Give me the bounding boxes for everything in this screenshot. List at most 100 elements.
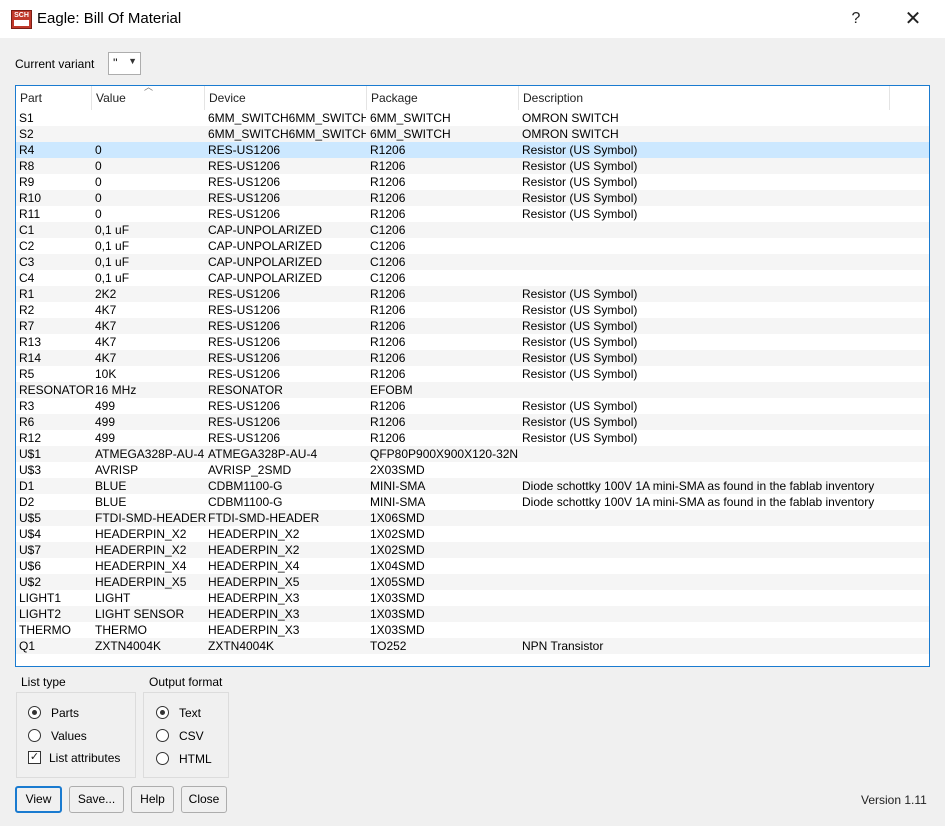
cell-value: [95, 126, 207, 142]
table-row[interactable]: U$4 HEADERPIN_X2 HEADERPIN_X2 1X02SMD: [16, 526, 929, 542]
table-row[interactable]: R4 0 RES-US1206 R1206 Resistor (US Symbol): [16, 142, 929, 158]
save-button[interactable]: Save...: [69, 786, 124, 813]
cell-package: 1X03SMD: [370, 591, 425, 605]
table-header: Part Value ︿ Device Package Description: [16, 86, 929, 110]
cell-part: S2: [19, 127, 34, 141]
table-row[interactable]: C3 0,1 uF CAP-UNPOLARIZED C1206: [16, 254, 929, 270]
values-radio[interactable]: [28, 729, 41, 742]
table-row[interactable]: D1 BLUE CDBM1100-G MINI-SMA Diode schottky 1…: [16, 478, 929, 494]
table-row[interactable]: S1 6MM_SWITCH6MM_SWITCH 6MM_SWITCH OMRON SW…: [16, 110, 929, 126]
cell-description: [522, 462, 922, 478]
table-row[interactable]: C1 0,1 uF CAP-UNPOLARIZED C1206: [16, 222, 929, 238]
cell-value: 2K2: [95, 287, 117, 301]
table-row[interactable]: R2 4K7 RES-US1206 R1206 Resistor (US Symbol): [16, 302, 929, 318]
table-row[interactable]: D2 BLUE CDBM1100-G MINI-SMA Diode schottky 1…: [16, 494, 929, 510]
table-row[interactable]: C2 0,1 uF CAP-UNPOLARIZED C1206: [16, 238, 929, 254]
cell-part: THERMO: [19, 623, 71, 637]
cell-part: U$1: [19, 447, 42, 461]
cell-package: R1206: [370, 431, 406, 445]
cell-value: HEADERPIN_X2: [95, 527, 187, 541]
cell-package: MINI-SMA: [370, 495, 426, 509]
table-row[interactable]: LIGHT2 LIGHT SENSOR HEADERPIN_X3 1X03SMD: [16, 606, 929, 622]
cell-package: 2X03SMD: [370, 463, 425, 477]
table-row[interactable]: Q1 ZXTN4004K ZXTN4004K TO252 NPN Transistor: [16, 638, 929, 654]
cell-value: AVRISP: [95, 463, 139, 477]
parts-radio[interactable]: [28, 706, 41, 719]
column-header-part[interactable]: Part: [16, 86, 92, 110]
table-row[interactable]: R12 499 RES-US1206 R1206 Resistor (US Symbol…: [16, 430, 929, 446]
table-row[interactable]: THERMO THERMO HEADERPIN_X3 1X03SMD: [16, 622, 929, 638]
cell-device: HEADERPIN_X4: [208, 559, 300, 573]
table-row[interactable]: R11 0 RES-US1206 R1206 Resistor (US Symbol): [16, 206, 929, 222]
text-radio[interactable]: [156, 706, 169, 719]
cell-package: R1206: [370, 175, 406, 189]
cell-package: 1X02SMD: [370, 543, 425, 557]
view-button[interactable]: View: [15, 786, 62, 813]
table-row[interactable]: U$5 FTDI-SMD-HEADER FTDI-SMD-HEADER 1X06SMD: [16, 510, 929, 526]
cell-value: LIGHT SENSOR: [95, 607, 185, 621]
cell-package: R1206: [370, 191, 406, 205]
table-row[interactable]: R6 499 RES-US1206 R1206 Resistor (US Symbol): [16, 414, 929, 430]
cell-package: R1206: [370, 207, 406, 221]
cell-device: RES-US1206: [208, 351, 281, 365]
table-row[interactable]: R7 4K7 RES-US1206 R1206 Resistor (US Symbol): [16, 318, 929, 334]
cell-device: RES-US1206: [208, 207, 281, 221]
cell-value: 16 MHz: [95, 383, 137, 397]
cell-value: 0,1 uF: [95, 271, 130, 285]
cell-part: Q1: [19, 639, 36, 653]
table-row[interactable]: C4 0,1 uF CAP-UNPOLARIZED C1206: [16, 270, 929, 286]
help-button[interactable]: Help: [131, 786, 174, 813]
table-row[interactable]: R10 0 RES-US1206 R1206 Resistor (US Symbol): [16, 190, 929, 206]
table-row[interactable]: R5 10K RES-US1206 R1206 Resistor (US Symbol): [16, 366, 929, 382]
html-radio-label: HTML: [179, 752, 212, 766]
cell-part: R6: [19, 415, 35, 429]
list-attributes-checkbox[interactable]: ✓: [28, 751, 41, 764]
table-row[interactable]: S2 6MM_SWITCH6MM_SWITCH 6MM_SWITCH OMRON SW…: [16, 126, 929, 142]
cell-device: RES-US1206: [208, 367, 281, 381]
cell-value: 0,1 uF: [95, 239, 130, 253]
cell-device: ATMEGA328P-AU-4: [208, 447, 318, 461]
cell-value: 499: [95, 399, 116, 413]
column-header-description[interactable]: Description: [519, 86, 890, 110]
column-header-package[interactable]: Package: [367, 86, 519, 110]
cell-description: Diode schottky 100V 1A mini-SMA as found…: [522, 479, 875, 493]
table-row[interactable]: R1 2K2 RES-US1206 R1206 Resistor (US Symbol): [16, 286, 929, 302]
table-row[interactable]: RESONATOR 16 MHz RESONATOR EFOBM: [16, 382, 929, 398]
cell-description: Resistor (US Symbol): [522, 399, 638, 413]
csv-radio[interactable]: [156, 729, 169, 742]
cell-value: HEADERPIN_X5: [95, 575, 187, 589]
column-header-device[interactable]: Device: [205, 86, 367, 110]
cell-part: R8: [19, 159, 35, 173]
table-row[interactable]: R14 4K7 RES-US1206 R1206 Resistor (US Symbol…: [16, 350, 929, 366]
table-row[interactable]: R9 0 RES-US1206 R1206 Resistor (US Symbol): [16, 174, 929, 190]
bom-table[interactable]: Part Value ︿ Device Package Description …: [15, 85, 930, 667]
cell-package: TO252: [370, 639, 407, 653]
close-icon[interactable]: ✕: [896, 6, 930, 32]
table-row[interactable]: R13 4K7 RES-US1206 R1206 Resistor (US Symbol…: [16, 334, 929, 350]
cell-part: R4: [19, 143, 35, 157]
cell-package: R1206: [370, 159, 406, 173]
table-row[interactable]: U$2 HEADERPIN_X5 HEADERPIN_X5 1X05SMD: [16, 574, 929, 590]
help-icon[interactable]: ?: [842, 6, 870, 32]
cell-value: BLUE: [95, 479, 127, 493]
list-type-title: List type: [21, 675, 66, 689]
cell-description: [522, 558, 922, 574]
table-row[interactable]: U$7 HEADERPIN_X2 HEADERPIN_X2 1X02SMD: [16, 542, 929, 558]
table-row[interactable]: R8 0 RES-US1206 R1206 Resistor (US Symbol): [16, 158, 929, 174]
cell-device: ZXTN4004K: [208, 639, 275, 653]
cell-value: 4K7: [95, 319, 117, 333]
table-row[interactable]: LIGHT1 LIGHT HEADERPIN_X3 1X03SMD: [16, 590, 929, 606]
cell-part: U$7: [19, 543, 42, 557]
table-row[interactable]: U$3 AVRISP AVRISP_2SMD 2X03SMD: [16, 462, 929, 478]
cell-package: R1206: [370, 367, 406, 381]
cell-description: [522, 542, 922, 558]
cell-package: R1206: [370, 143, 406, 157]
cell-device: RESONATOR: [208, 383, 283, 397]
table-row[interactable]: R3 499 RES-US1206 R1206 Resistor (US Symbol): [16, 398, 929, 414]
column-header-value-label: Value: [96, 91, 126, 105]
close-button[interactable]: Close: [181, 786, 227, 813]
html-radio[interactable]: [156, 752, 169, 765]
variant-select[interactable]: '' ▼: [108, 52, 141, 75]
table-row[interactable]: U$1 ATMEGA328P-AU-4 ATMEGA328P-AU-4 QFP80P9…: [16, 446, 929, 462]
table-row[interactable]: U$6 HEADERPIN_X4 HEADERPIN_X4 1X04SMD: [16, 558, 929, 574]
